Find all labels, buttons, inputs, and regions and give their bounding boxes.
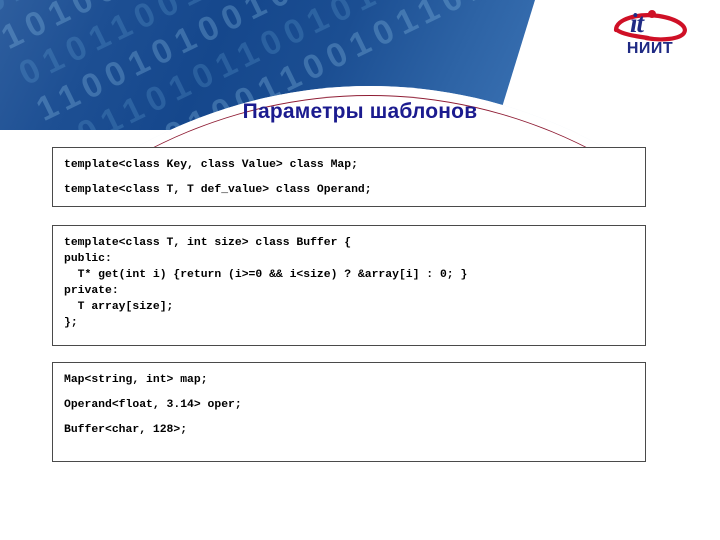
binary-row: 1010011010010110011 [0, 0, 535, 58]
code-block-declarations: template<class Key, class Value> class M… [52, 147, 646, 207]
slide: 1001010011001011010011010010110011010010… [0, 0, 720, 540]
code-line: Operand<float, 3.14> oper; [64, 399, 242, 411]
binary-row: 0110100101100110100 [0, 0, 535, 22]
code-line: template<class T, T def_value> class Ope… [64, 184, 372, 196]
code-line: private: [64, 285, 119, 297]
code-block-instantiations: Map<string, int> map; Operand<float, 3.14… [52, 362, 646, 462]
code-line: T array[size]; [64, 301, 174, 313]
logo-mark-text: it [630, 8, 644, 38]
code-block-buffer-class: template<class T, int size> class Buffer… [52, 225, 646, 346]
code-line: template<class Key, class Value> class M… [64, 159, 358, 171]
logo-mark: it [604, 8, 696, 42]
logo: it НИИТ [604, 8, 696, 62]
header-banner: 1001010011001011010011010010110011010010… [0, 0, 720, 160]
logo-name: НИИТ [626, 40, 674, 57]
code-line: }; [64, 317, 78, 329]
page-title: Параметры шаблонов [242, 100, 478, 123]
code-line: Map<string, int> map; [64, 374, 208, 386]
code-line: T* get(int i) {return (i>=0 && i<size) ?… [64, 269, 468, 281]
code-line: Buffer<char, 128>; [64, 424, 188, 436]
code-line: public: [64, 253, 112, 265]
binary-row: 0101100110101001101 [13, 0, 535, 94]
logo-dot-icon [648, 10, 656, 18]
code-line: template<class T, int size> class Buffer… [64, 237, 352, 249]
